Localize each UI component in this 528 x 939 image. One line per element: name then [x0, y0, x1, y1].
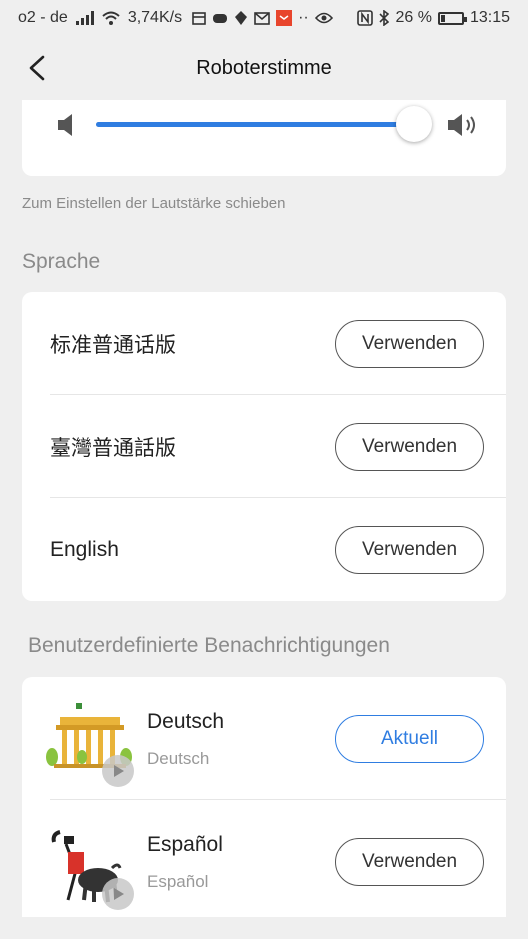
volume-card [22, 100, 506, 176]
calendar-icon [192, 12, 206, 25]
list-item: 臺灣普通話版 Verwenden [22, 395, 506, 498]
battery-label: 26 % [395, 9, 432, 26]
language-label: 臺灣普通話版 [50, 436, 176, 460]
app-icon [276, 10, 293, 26]
play-icon[interactable] [102, 755, 134, 787]
custom-notifications-card: Deutsch Deutsch Aktuell Español Español … [22, 677, 506, 917]
signal-icon [75, 11, 94, 25]
speaker-high-icon [448, 114, 475, 136]
battery-icon [437, 11, 467, 25]
voice-subtitle: Español [147, 872, 209, 891]
volume-slider-fill [96, 122, 414, 127]
custom-section-title: Benutzerdefinierte Benachrichtigungen [28, 634, 390, 657]
location-icon [235, 11, 248, 25]
dots-icon: ·· [298, 9, 309, 26]
mail-icon [254, 11, 270, 25]
speaker-low-icon [58, 114, 72, 136]
nfc-icon [357, 10, 374, 26]
clock: 13:15 [469, 9, 510, 26]
speed-label: 3,74K/s [127, 9, 183, 26]
voice-name: Deutsch [147, 710, 225, 733]
volume-slider[interactable] [96, 106, 432, 142]
list-item: 标准普通话版 Verwenden [22, 292, 506, 395]
use-button[interactable]: Verwenden [335, 320, 484, 368]
carrier-label: o2 - de [18, 9, 68, 26]
language-label: 标准普通话版 [50, 333, 176, 357]
use-button[interactable]: Verwenden [335, 526, 484, 574]
status-bar: o2 - de 3,74K/s ·· 26 % 13:15 [0, 0, 528, 36]
eye-icon [314, 12, 333, 24]
voice-subtitle: Deutsch [147, 749, 210, 768]
use-button[interactable]: Verwenden [335, 423, 484, 471]
app-bar: Roboterstimme [0, 36, 528, 100]
game-icon [213, 14, 228, 23]
use-button[interactable]: Verwenden [335, 838, 484, 886]
wifi-icon [102, 11, 120, 25]
voice-name: Español [147, 833, 223, 856]
language-section-title: Sprache [22, 250, 101, 273]
list-item[interactable]: Español Español Verwenden [22, 800, 506, 917]
volume-hint: Zum Einstellen der Lautstärke schieben [22, 195, 286, 212]
current-button[interactable]: Aktuell [335, 715, 484, 763]
list-item[interactable]: Deutsch Deutsch Aktuell [22, 677, 506, 800]
volume-slider-thumb[interactable] [396, 106, 432, 142]
language-card: 标准普通话版 Verwenden 臺灣普通話版 Verwenden Englis… [22, 292, 506, 601]
bluetooth-icon [379, 10, 390, 26]
page-title: Roboterstimme [196, 56, 332, 79]
language-label: English [50, 537, 119, 561]
list-item: English Verwenden [22, 498, 506, 601]
back-arrow-icon[interactable] [22, 52, 52, 84]
play-icon[interactable] [102, 878, 134, 910]
